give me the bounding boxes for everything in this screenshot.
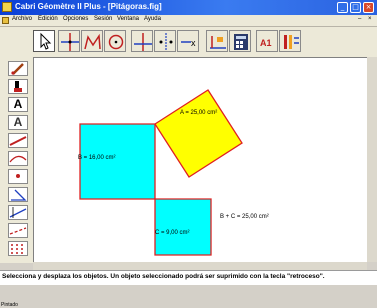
measure-icon [210, 36, 226, 49]
symmetry-tool-button[interactable] [154, 30, 176, 52]
triangle-icon [84, 33, 101, 50]
title-bar[interactable]: Cabri Géomètre II Plus - [Pitágoras.fig]… [0, 0, 377, 15]
document-menu-icon[interactable] [2, 17, 9, 24]
point-tool-button[interactable] [58, 30, 80, 52]
triangle-tool-button[interactable] [81, 30, 103, 52]
color-bars-icon [284, 35, 299, 49]
label-glyph: A [13, 115, 23, 129]
horizontal-scrollbar[interactable] [33, 262, 367, 270]
circle-icon [108, 34, 124, 50]
square-c[interactable] [154, 198, 212, 256]
svg-text:x: x [191, 38, 196, 48]
arrow-pointer-icon [40, 32, 52, 50]
pythagoras-figure[interactable]: A = 25,00 cm² B = 16,00 cm² C = 9,00 cm²… [34, 58, 368, 262]
axes-icon: x [181, 38, 196, 48]
help-status-bar: Selecciona y desplaza los objetos. Un ob… [0, 270, 377, 285]
perpendicular-tool-button[interactable] [131, 30, 153, 52]
thick-line-icon [9, 136, 27, 146]
text-tool-button[interactable]: A1 [256, 30, 278, 52]
text-color-tool-button[interactable]: A [8, 97, 28, 112]
perpendicular-line-icon [134, 33, 152, 51]
cabri-app-icon [2, 2, 12, 12]
area-label-c[interactable]: C = 9,00 cm² [155, 230, 190, 236]
menu-edicion[interactable]: Edición [38, 16, 58, 22]
text-color-glyph: A [13, 97, 23, 111]
area-sum-label[interactable]: B + C = 25,00 cm² [220, 214, 269, 220]
axes-style-tool-button[interactable] [8, 205, 28, 220]
area-label-b[interactable]: B = 16,00 cm² [78, 155, 116, 161]
status-message: Selecciona y desplaza los objetos. Un ob… [2, 273, 325, 280]
text-label-icon: A1 [260, 38, 272, 48]
menu-ayuda[interactable]: Ayuda [144, 16, 161, 22]
main-toolbar: x A1 [0, 27, 377, 57]
document-minimize-button[interactable]: – [358, 16, 361, 22]
bottom-caption: Pintado [1, 302, 18, 308]
intersect-lines-icon [61, 33, 79, 51]
color-tool-button[interactable] [8, 61, 28, 76]
angle-icon [11, 189, 27, 201]
calculator-icon [234, 34, 248, 50]
symmetry-icon [159, 33, 173, 51]
menu-archivo[interactable]: Archivo [12, 16, 32, 22]
menu-opciones[interactable]: Opciones [63, 16, 88, 22]
point-style-tool-button[interactable] [8, 169, 28, 184]
bottom-strip: Pintado [0, 285, 377, 308]
grid-icon [11, 244, 23, 254]
line-style-tool-button[interactable] [8, 133, 28, 148]
vector-tool-button[interactable]: x [177, 30, 199, 52]
drawing-canvas[interactable]: A = 25,00 cm² B = 16,00 cm² C = 9,00 cm²… [33, 57, 368, 262]
dash-style-tool-button[interactable] [8, 223, 28, 238]
grid-tool-button[interactable] [8, 241, 28, 256]
square-a[interactable] [154, 89, 243, 178]
square-b[interactable] [79, 123, 156, 200]
angle-style-tool-button[interactable] [8, 187, 28, 202]
menu-bar: Archivo Edición Opciones Sesión Ventana … [0, 15, 377, 27]
pointer-tool-button[interactable] [33, 30, 55, 52]
label-tool-button[interactable]: A [8, 115, 28, 130]
svg-text:A1: A1 [260, 38, 272, 48]
vertical-scrollbar[interactable] [367, 57, 377, 262]
maximize-button[interactable]: □ [350, 2, 361, 13]
minimize-button[interactable]: _ [337, 2, 348, 13]
axes-line-icon [9, 207, 27, 218]
curve-icon [9, 155, 27, 163]
display-tool-button[interactable] [279, 30, 301, 52]
fill-bucket-icon [14, 81, 22, 92]
close-button[interactable]: × [363, 2, 374, 13]
calculator-tool-button[interactable] [229, 30, 251, 52]
circle-tool-button[interactable] [104, 30, 126, 52]
measure-tool-button[interactable] [206, 30, 228, 52]
window-title: Cabri Géomètre II Plus - [Pitágoras.fig] [15, 2, 162, 11]
app-window: Cabri Géomètre II Plus - [Pitágoras.fig]… [0, 0, 377, 308]
area-label-a[interactable]: A = 25,00 cm² [180, 110, 217, 116]
curve-tool-button[interactable] [8, 151, 28, 166]
document-close-button[interactable]: × [368, 16, 372, 22]
fill-tool-button[interactable] [8, 79, 28, 94]
menu-sesion[interactable]: Sesión [94, 16, 112, 22]
attributes-toolbar: A A [0, 57, 33, 263]
menu-ventana[interactable]: Ventana [117, 16, 139, 22]
point-dot-icon [16, 174, 20, 178]
dashed-line-icon [9, 227, 27, 235]
pencil-icon [11, 63, 24, 75]
